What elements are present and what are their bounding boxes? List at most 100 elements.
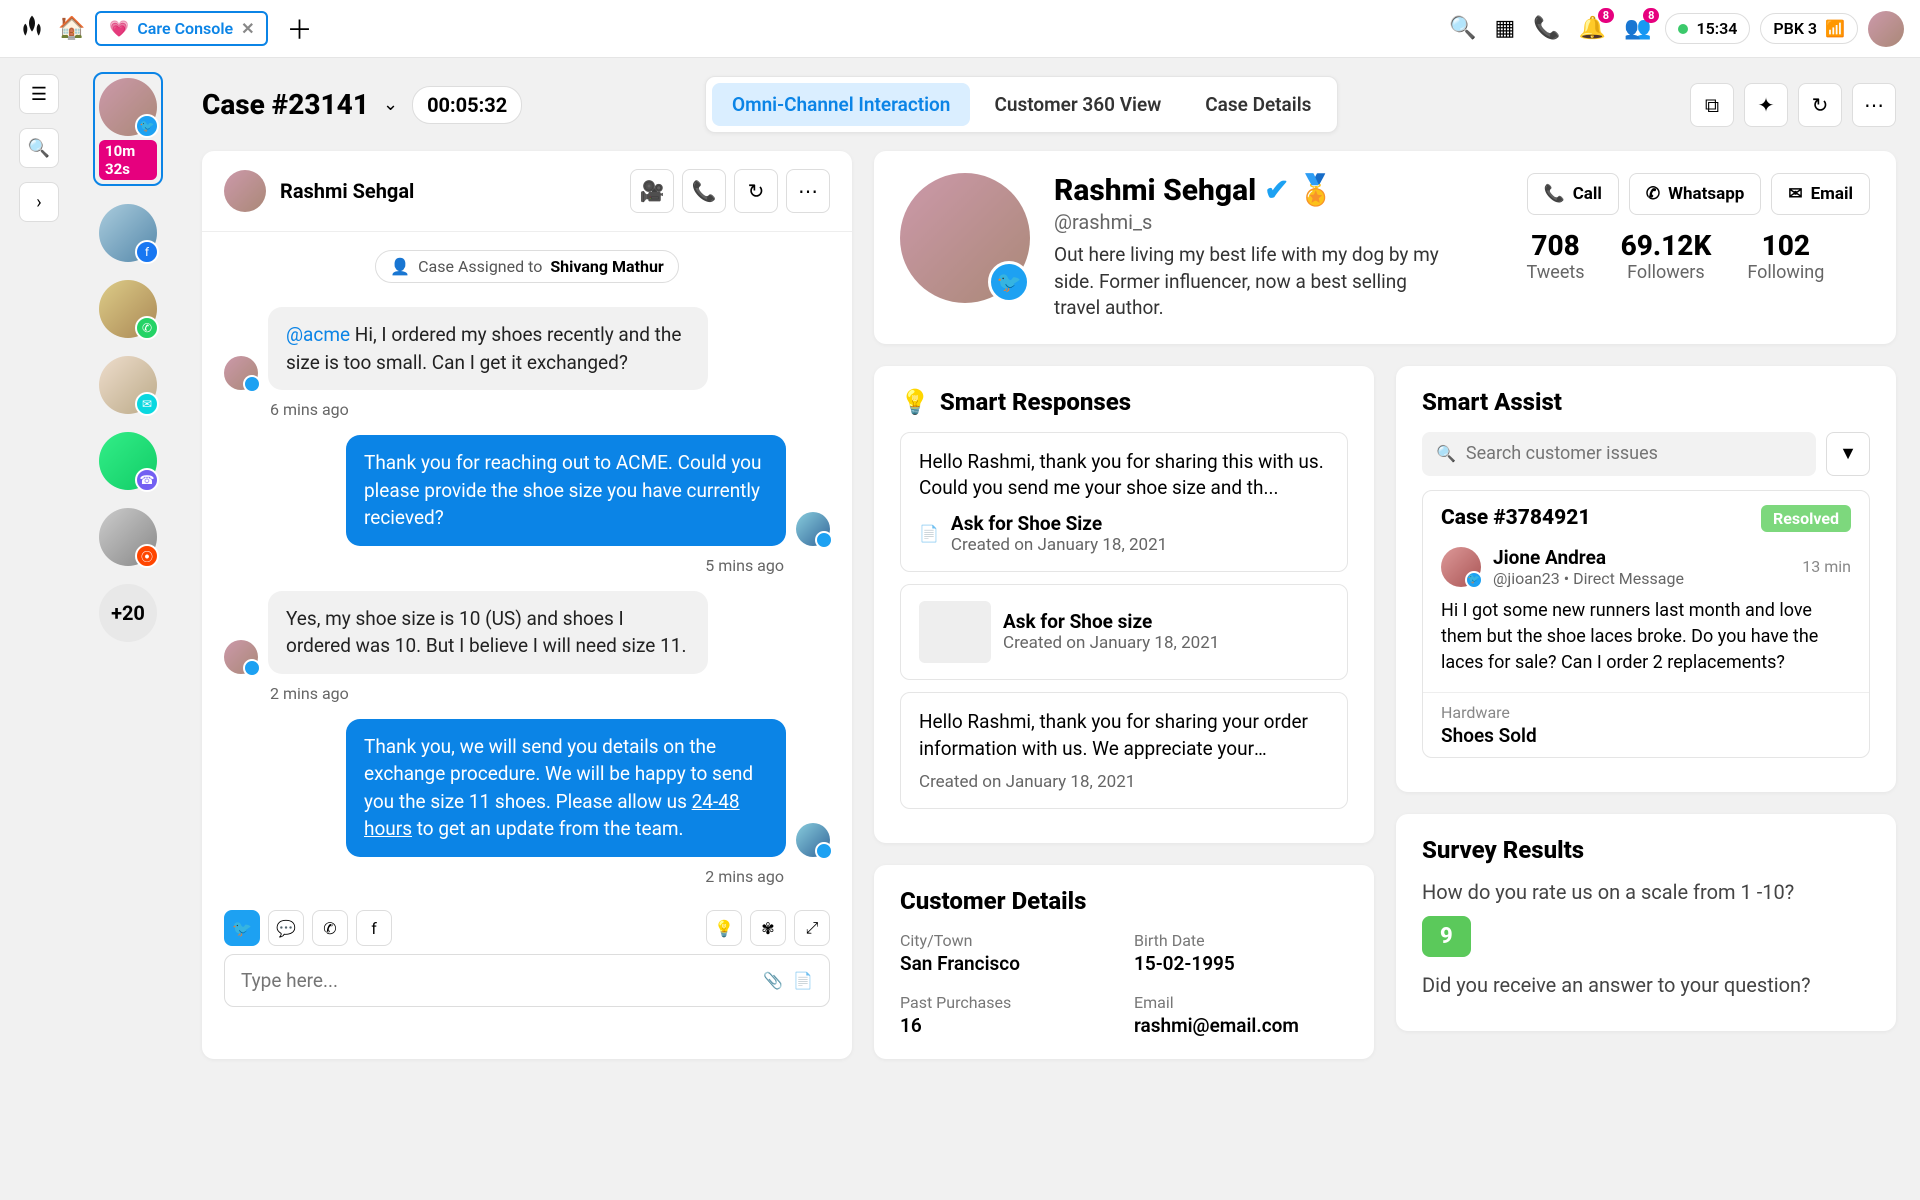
response-title: Ask for Shoe size [1003,610,1219,633]
detail-value: 16 [900,1014,1114,1037]
msg-time: 5 mins ago [202,552,852,585]
queue-more-count[interactable]: +20 [99,584,157,642]
status-dot [1678,24,1688,34]
group-badge: 8 [1643,8,1659,23]
brand-icon[interactable]: ✾ [750,910,786,946]
filter-icon[interactable]: ▼ [1826,432,1870,476]
phone-icon[interactable]: 📞 [1529,12,1564,45]
queue-item[interactable]: ☎ [93,432,163,490]
apps-icon[interactable]: ▦ [1490,12,1519,45]
award-icon: 🏅 [1297,173,1334,208]
channel-whatsapp[interactable]: ✆ [312,910,348,946]
notif-badge: 8 [1598,8,1614,23]
panel-title: Smart Assist [1422,388,1870,416]
queue-item[interactable]: ⦿ [93,508,163,566]
detail-value: San Francisco [900,952,1114,975]
template-icon[interactable]: 📄 [793,971,813,990]
panel-title: Smart Responses [940,388,1131,416]
response-card[interactable]: Ask for Shoe sizeCreated on January 18, … [900,584,1348,680]
response-text: Hello Rashmi, thank you for sharing this… [919,449,1329,502]
survey-score: 9 [1422,916,1471,957]
search-box[interactable]: 🔍 [1422,432,1816,476]
verified-icon: ✔ [1264,173,1289,208]
add-tab-button[interactable]: ＋ [286,10,312,47]
viber-icon: ☎ [135,468,159,492]
twitter-icon: 🐦 [1465,571,1483,589]
response-card[interactable]: Hello Rashmi, thank you for sharing your… [900,692,1348,809]
group-icon[interactable]: 👥8 [1620,12,1655,45]
network-pill[interactable]: PBK 3 📶 [1760,13,1858,44]
heart-icon: 💗 [109,19,129,38]
doc-icon: 📄 [919,524,939,543]
refresh-icon[interactable]: ↻ [1798,83,1842,127]
queue-item-active[interactable]: 🐦 10m 32s [93,72,163,186]
outgoing-message: Thank you, we will send you details on t… [346,719,786,857]
layout-icon[interactable]: ⧉ [1690,83,1734,127]
msg-time: 2 mins ago [202,863,852,896]
detail-label: Birth Date [1134,931,1348,950]
chat-panel: Rashmi Sehgal 🎥 📞 ↻ ⋯ 👤 Case Assigned to… [202,151,852,1059]
response-title: Ask for Shoe Size [951,512,1167,535]
more-icon[interactable]: ⋯ [1852,83,1896,127]
queue-item[interactable]: f [93,204,163,262]
channel-twitter[interactable]: 🐦 [224,910,260,946]
response-sub: Created on January 18, 2021 [1003,633,1219,653]
rail-search-icon[interactable]: 🔍 [19,128,59,168]
tab-omni-channel[interactable]: Omni-Channel Interaction [712,83,970,126]
email-button[interactable]: ✉Email [1771,173,1870,215]
response-card[interactable]: Hello Rashmi, thank you for sharing this… [900,432,1348,572]
chevron-down-icon[interactable]: ⌄ [383,94,398,115]
channel-facebook[interactable]: f [356,910,392,946]
call-button[interactable]: 📞Call [1527,173,1619,215]
followers-count: 69.12K [1621,229,1712,262]
attach-icon[interactable]: 📎 [763,971,783,990]
assigned-prefix: Case Assigned to [418,257,542,276]
incoming-message: Yes, my shoe size is 10 (US) and shoes I… [268,591,708,674]
video-icon[interactable]: 🎥 [630,169,674,213]
message-input[interactable] [241,969,753,992]
menu-icon[interactable]: ☰ [19,74,59,114]
expand-composer-icon[interactable]: ⤢ [794,910,830,946]
panel-title: Customer Details [900,887,1348,915]
followers-label: Followers [1621,262,1712,283]
search-icon[interactable]: 🔍 [1445,12,1480,45]
assist-case-id: Case #3784921 [1441,506,1590,530]
survey-panel: Survey Results How do you rate us on a s… [1396,814,1896,1031]
survey-question: How do you rate us on a scale from 1 -10… [1422,880,1870,904]
magic-icon[interactable]: ✦ [1744,83,1788,127]
suggest-icon[interactable]: 💡 [706,910,742,946]
chat-more-icon[interactable]: ⋯ [786,169,830,213]
clock-pill[interactable]: 15:34 [1665,13,1750,44]
following-count: 102 [1747,229,1824,262]
whatsapp-button[interactable]: ✆Whatsapp [1629,173,1761,215]
user-avatar[interactable] [1868,11,1904,47]
queue-item[interactable]: ✆ [93,280,163,338]
case-title: Case #23141 [202,88,369,121]
expand-icon[interactable]: › [19,182,59,222]
tab-label: Care Console [137,19,233,38]
workspace-tab-care-console[interactable]: 💗 Care Console ✕ [95,11,268,46]
msg-time: 6 mins ago [202,396,852,429]
response-sub: Created on January 18, 2021 [919,772,1329,792]
assist-case-card[interactable]: Case #3784921 Resolved 🐦 Jione Andrea @j… [1422,490,1870,758]
queue-item[interactable]: ✉ [93,356,163,414]
close-icon[interactable]: ✕ [241,19,254,38]
tab-case-details[interactable]: Case Details [1185,83,1331,126]
messenger-icon: ✉ [135,392,159,416]
call-icon[interactable]: 📞 [682,169,726,213]
response-sub: Created on January 18, 2021 [951,535,1167,555]
chat-refresh-icon[interactable]: ↻ [734,169,778,213]
agent-avatar [796,512,830,546]
tab-customer-360[interactable]: Customer 360 View [974,83,1181,126]
bell-icon[interactable]: 🔔8 [1575,12,1610,45]
facebook-icon: f [135,240,159,264]
assist-search-input[interactable] [1466,443,1802,464]
detail-label: City/Town [900,931,1114,950]
bulb-icon: 💡 [900,388,930,416]
user-icon: 👤 [390,257,410,276]
customer-details-panel: Customer Details City/TownSan Francisco … [874,865,1374,1059]
profile-panel: 🐦 Rashmi Sehgal✔🏅 @rashmi_s Out here liv… [874,151,1896,344]
channel-sms[interactable]: 💬 [268,910,304,946]
mail-icon: ✉ [1788,184,1802,204]
home-icon[interactable]: 🏠 [58,16,85,41]
